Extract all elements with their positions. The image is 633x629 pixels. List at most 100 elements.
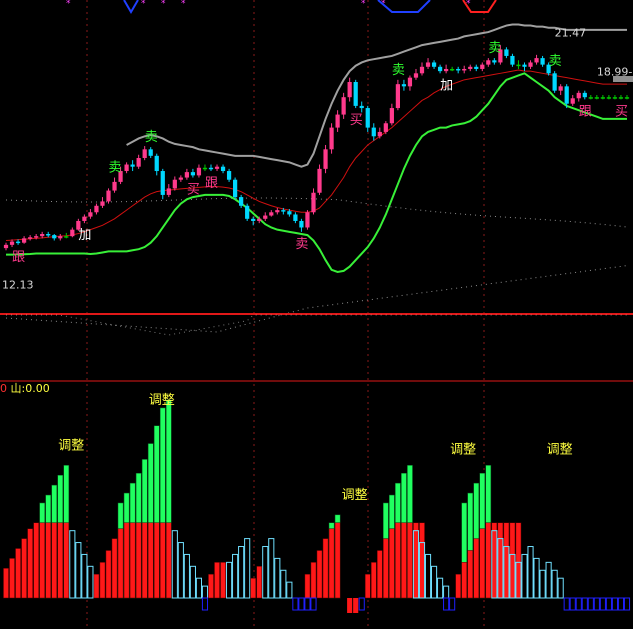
hist-red-bar (413, 522, 419, 599)
candle-body (263, 215, 268, 219)
hist-red-bar (407, 522, 413, 599)
hist-blue-bar (581, 597, 588, 611)
hist-blue-bar (449, 597, 456, 611)
hist-red-bar (147, 522, 154, 599)
hist-cyan-bar (87, 565, 94, 599)
hist-red-bar (364, 573, 371, 599)
hist-red-bar (105, 550, 112, 599)
candle-body (269, 212, 274, 216)
hist-red-bar (503, 522, 510, 599)
hist-red-bar (117, 528, 124, 599)
hist-red-bar (9, 558, 15, 599)
hist-red-bar (401, 522, 407, 599)
candle-body (534, 58, 539, 63)
candle-body (21, 238, 27, 243)
hist-red-bar (3, 568, 9, 599)
hist-cyan-bar (238, 546, 245, 599)
candle-body (389, 108, 394, 124)
hist-red-bar (515, 522, 522, 599)
candle-body (600, 97, 605, 99)
signal-label: 卖 (109, 161, 122, 176)
candle-body (456, 68, 461, 71)
hist-red-bar (93, 573, 100, 599)
hist-red-bar (310, 562, 317, 599)
hist-red-bar (256, 566, 263, 599)
signal-label: 买 (350, 113, 363, 128)
candle-body (190, 172, 196, 176)
candle-body (130, 164, 135, 167)
candle-body (184, 172, 189, 178)
candle-body (582, 92, 587, 98)
candle-body (214, 166, 220, 169)
hist-red-neg-bar (347, 598, 353, 613)
hist-red-bar (250, 577, 257, 599)
hist-cyan-bar (431, 565, 438, 599)
hist-cyan-bar (539, 569, 546, 599)
candle-body (395, 84, 400, 109)
top-star-marker: * (141, 0, 146, 9)
hist-red-bar (159, 522, 166, 599)
top-star-marker: * (361, 0, 366, 9)
hist-cyan-bar (527, 546, 534, 599)
hist-red-bar (165, 522, 172, 599)
hist-blue-bar (605, 597, 612, 611)
hist-cyan-bar (545, 561, 552, 599)
candle-body (9, 241, 15, 245)
hist-cyan-bar (201, 585, 209, 599)
candle-body (576, 92, 581, 99)
candle-body (293, 214, 298, 221)
signal-label: 跟 (205, 176, 218, 191)
candle-body (58, 236, 63, 239)
hist-red-bar (461, 562, 468, 599)
candle-body (100, 201, 105, 206)
candle-body (112, 181, 117, 191)
hist-red-bar (27, 528, 33, 599)
hist-cyan-bar (177, 542, 184, 599)
candle-body (15, 241, 21, 244)
candle-body (377, 131, 382, 137)
top-star-marker: * (161, 0, 166, 9)
hist-red-bar (473, 538, 480, 599)
candle-body (425, 62, 431, 67)
hist-red-bar (419, 522, 425, 599)
price-annotation: 21.47 (555, 26, 587, 39)
hist-cyan-bar (226, 561, 233, 599)
hist-red-bar (39, 522, 45, 599)
candle-body (142, 149, 147, 158)
signal-label: 跟 (12, 250, 25, 265)
candle-body (365, 108, 370, 128)
hist-cyan-bar (195, 577, 202, 599)
candle-body (208, 167, 214, 170)
candle-body (257, 218, 262, 221)
candle-body (94, 205, 99, 213)
hist-blue-bar (611, 597, 618, 611)
hist-blue-bar (587, 597, 594, 611)
candle-body (335, 114, 340, 128)
candle-body (46, 234, 51, 236)
hist-red-neg-bar (353, 598, 359, 613)
candle-body (341, 97, 346, 115)
candle-body (148, 149, 153, 156)
candle-body (480, 64, 485, 69)
candle-body (558, 86, 563, 91)
candle-body (311, 192, 316, 213)
lower-band-line (6, 72, 627, 274)
candle-body (528, 62, 533, 67)
hist-blue-bar (358, 597, 365, 611)
hist-red-bar (214, 562, 220, 599)
hist-blue-bar (563, 597, 570, 611)
candle-body (413, 73, 419, 78)
hist-cyan-bar (533, 557, 540, 599)
candle-body (492, 60, 497, 63)
hist-red-bar (497, 522, 504, 599)
candle-body (220, 166, 226, 172)
price-annotation: 12.13 (2, 278, 34, 291)
candle-body (34, 236, 39, 238)
hist-cyan-bar (280, 569, 287, 599)
candle-body (281, 210, 286, 212)
hist-blue-bar (292, 597, 299, 611)
stock-chart: 跟加卖卖买 跟卖买卖加卖卖跟 买21.4718.99-12.13* * * * * * *调整调… (0, 0, 633, 629)
candle-body (40, 234, 45, 237)
adjust-label: 调整 (547, 442, 573, 457)
mid-band-line (5, 69, 627, 242)
